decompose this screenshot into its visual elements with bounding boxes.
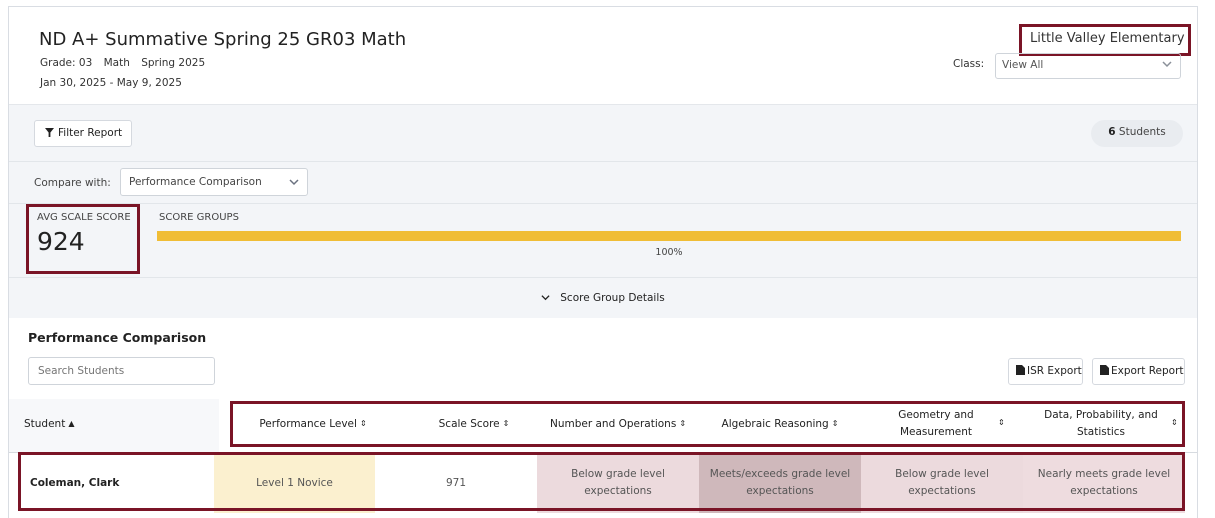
term-text: Spring 2025 (141, 57, 206, 69)
compare-select[interactable]: Performance Comparison (120, 168, 308, 196)
students-count-badge: 6 Students (1091, 120, 1183, 147)
isr-export-button[interactable]: ISR Export (1008, 358, 1083, 385)
column-header-student[interactable]: Student ▲ (24, 418, 75, 430)
sort-asc-icon: ▲ (68, 419, 75, 428)
subject-text: Math (103, 57, 130, 69)
file-icon (1100, 365, 1109, 375)
grade-text: Grade: 03 (40, 57, 93, 69)
column-header-label: Student (24, 418, 66, 430)
avg-scale-score-label: AVG SCALE SCORE (37, 212, 131, 223)
export-report-label: Export Report (1111, 365, 1184, 377)
score-groups-label: SCORE GROUPS (159, 212, 239, 223)
student-row-highlight (18, 452, 1185, 511)
students-count: 6 (1108, 126, 1116, 138)
divider (9, 277, 1197, 278)
school-name: Little Valley Elementary (1019, 24, 1191, 56)
export-report-button[interactable]: Export Report (1092, 358, 1185, 385)
filter-report-label: Filter Report (58, 127, 123, 139)
score-group-details-label: Score Group Details (560, 292, 665, 304)
score-groups-bar[interactable] (157, 231, 1181, 241)
subject-columns-highlight (230, 401, 1185, 447)
score-group-segment[interactable] (157, 231, 1181, 241)
section-title: Performance Comparison (28, 330, 207, 345)
compare-label: Compare with: (34, 177, 111, 189)
divider (9, 161, 1197, 162)
date-range: Jan 30, 2025 - May 9, 2025 (40, 77, 182, 89)
compare-select-value: Performance Comparison (129, 176, 262, 188)
isr-export-label: ISR Export (1027, 365, 1082, 377)
class-select[interactable]: View All (995, 53, 1181, 79)
report-panel: ND A+ Summative Spring 25 GR03 Math Grad… (8, 6, 1198, 518)
score-group-details-toggle[interactable]: Score Group Details (9, 292, 1197, 304)
divider (9, 203, 1197, 204)
chevron-down-icon (541, 295, 550, 301)
avg-scale-score-value: 924 (37, 227, 85, 256)
report-meta: Grade: 03 Math Spring 2025 (40, 57, 213, 69)
chevron-down-icon (1162, 61, 1172, 68)
search-students-input[interactable] (28, 357, 215, 385)
page-title: ND A+ Summative Spring 25 GR03 Math (39, 29, 407, 50)
chevron-down-icon (289, 179, 299, 186)
report-header: ND A+ Summative Spring 25 GR03 Math Grad… (9, 7, 1197, 105)
class-select-value: View All (1002, 59, 1044, 71)
score-group-percent: 100% (655, 247, 683, 258)
file-icon (1016, 365, 1025, 375)
filter-report-button[interactable]: Filter Report (34, 120, 132, 147)
class-label: Class: (953, 58, 985, 70)
students-count-label: Students (1115, 126, 1166, 138)
filter-icon (45, 128, 54, 137)
